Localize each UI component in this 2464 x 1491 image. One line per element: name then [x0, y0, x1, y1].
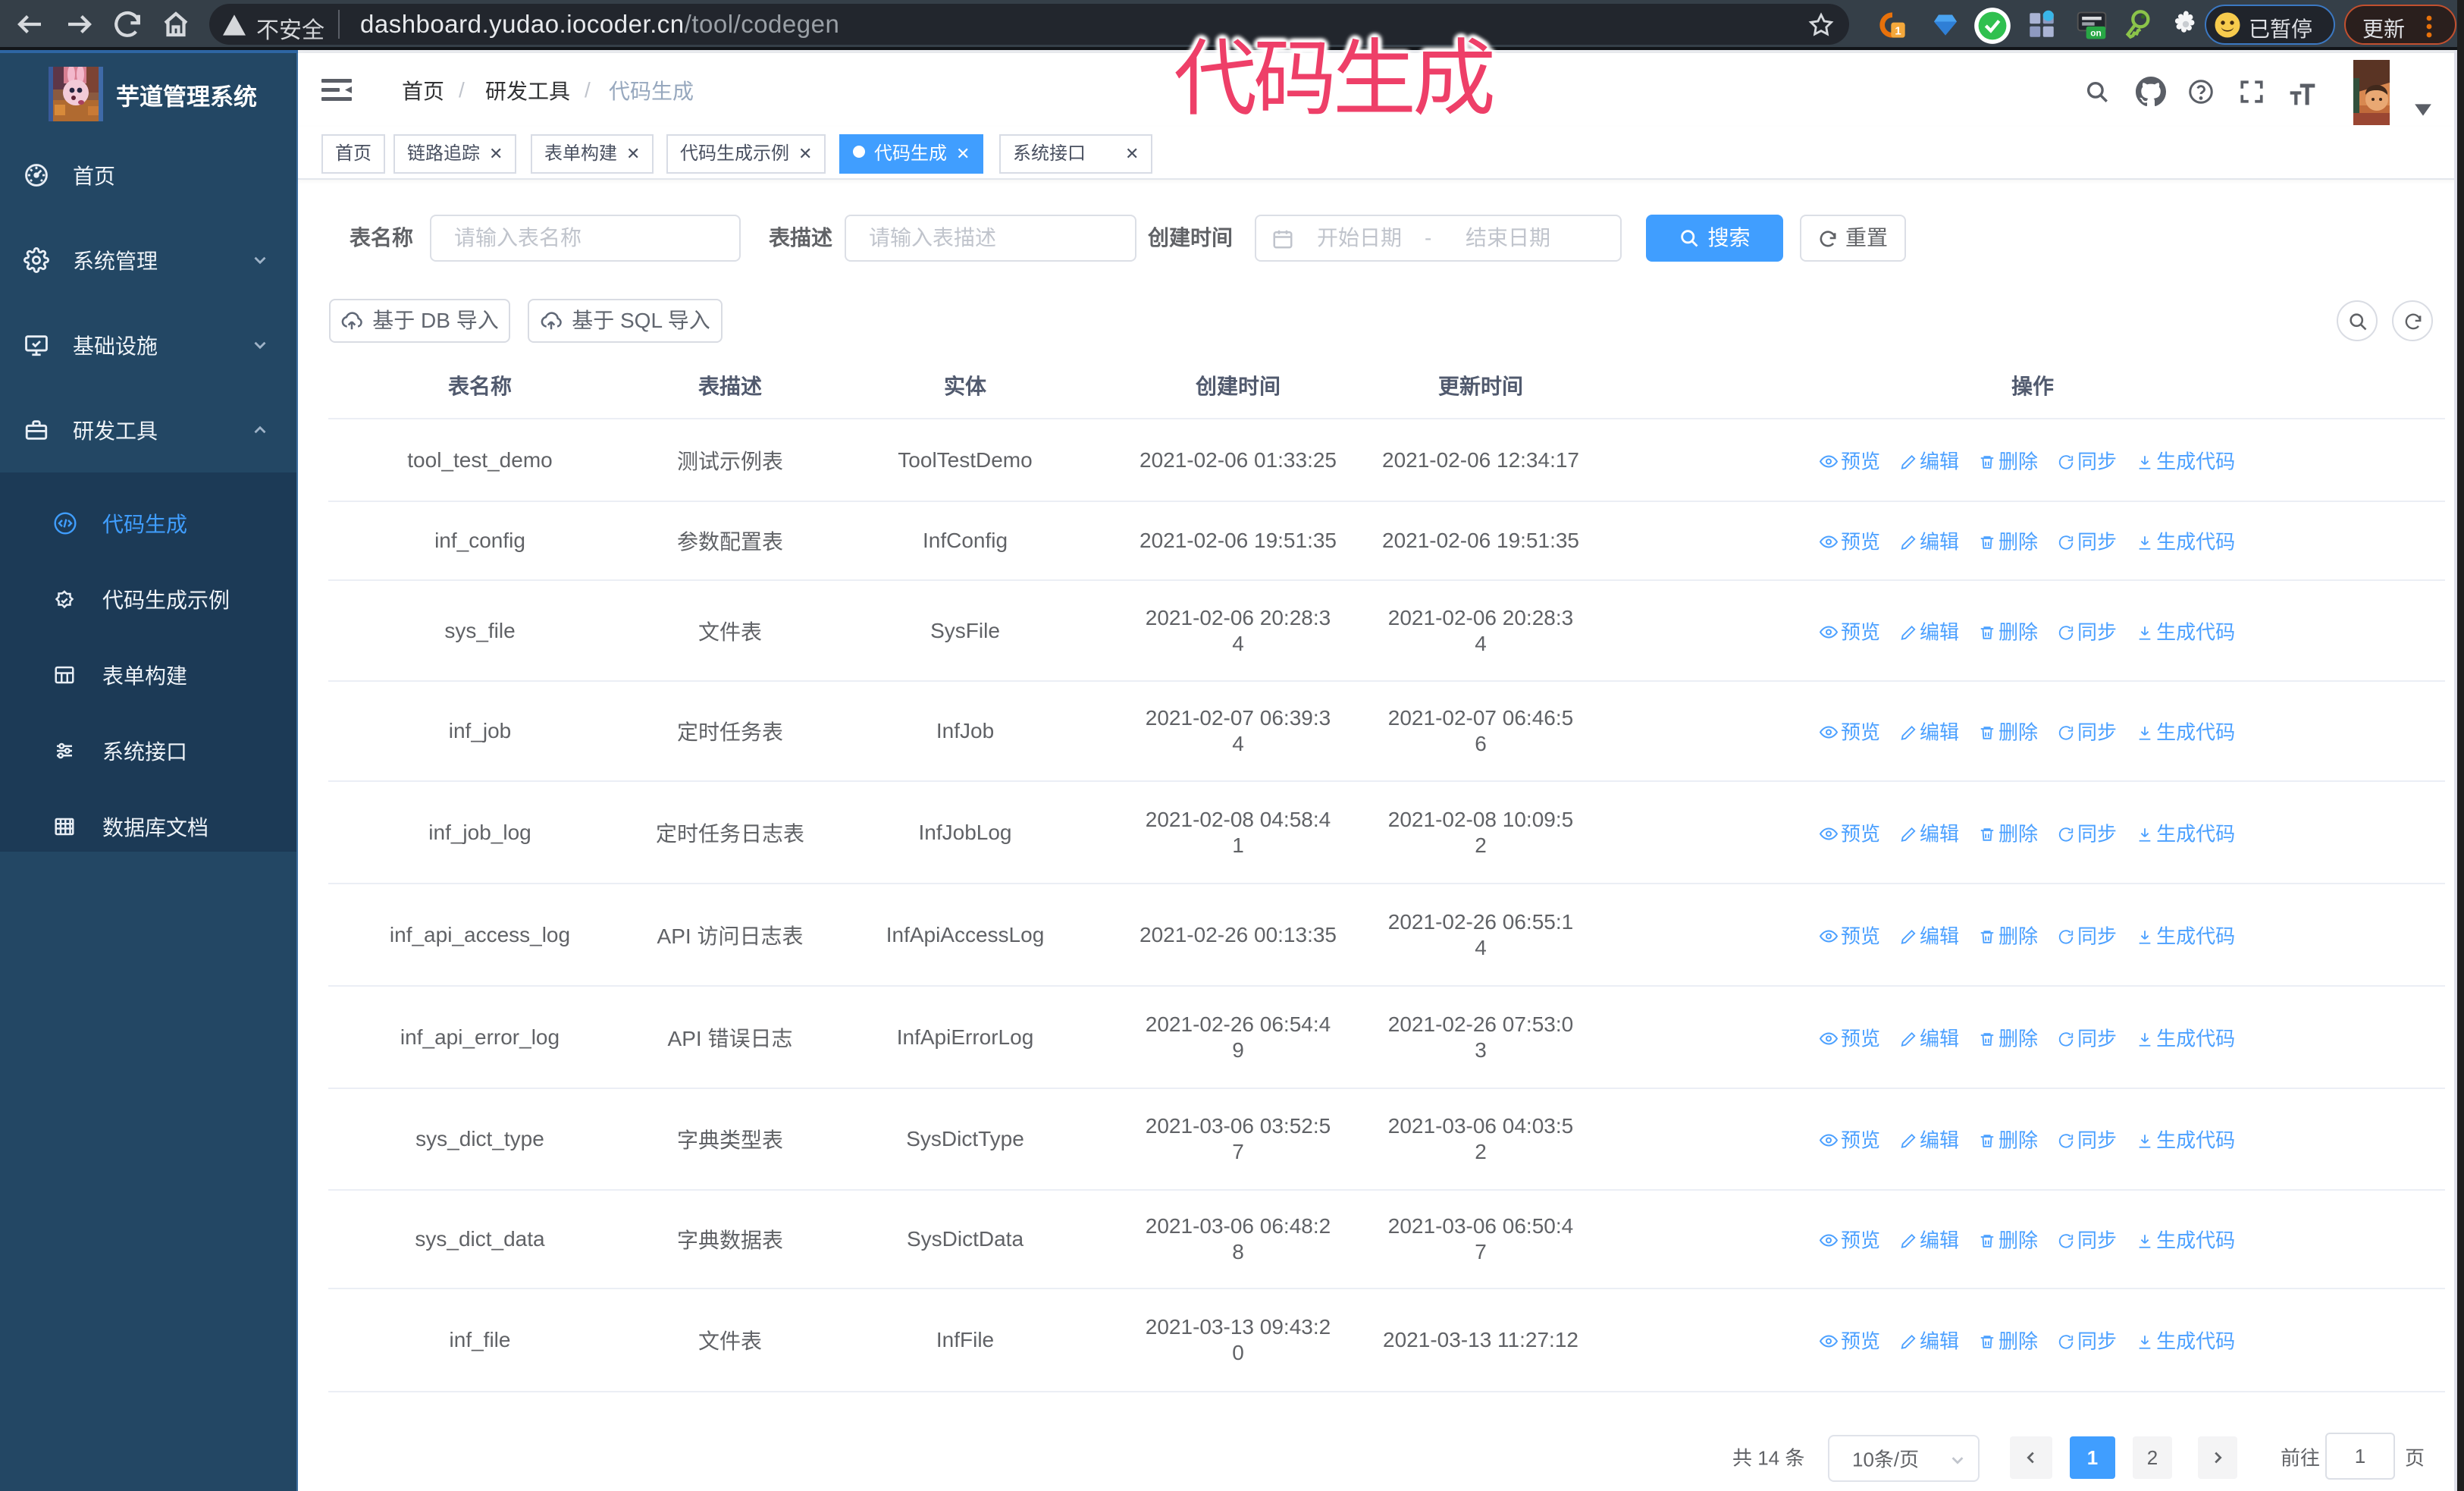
svg-text:on: on — [2090, 28, 2102, 39]
svg-text:1: 1 — [1895, 25, 1901, 38]
